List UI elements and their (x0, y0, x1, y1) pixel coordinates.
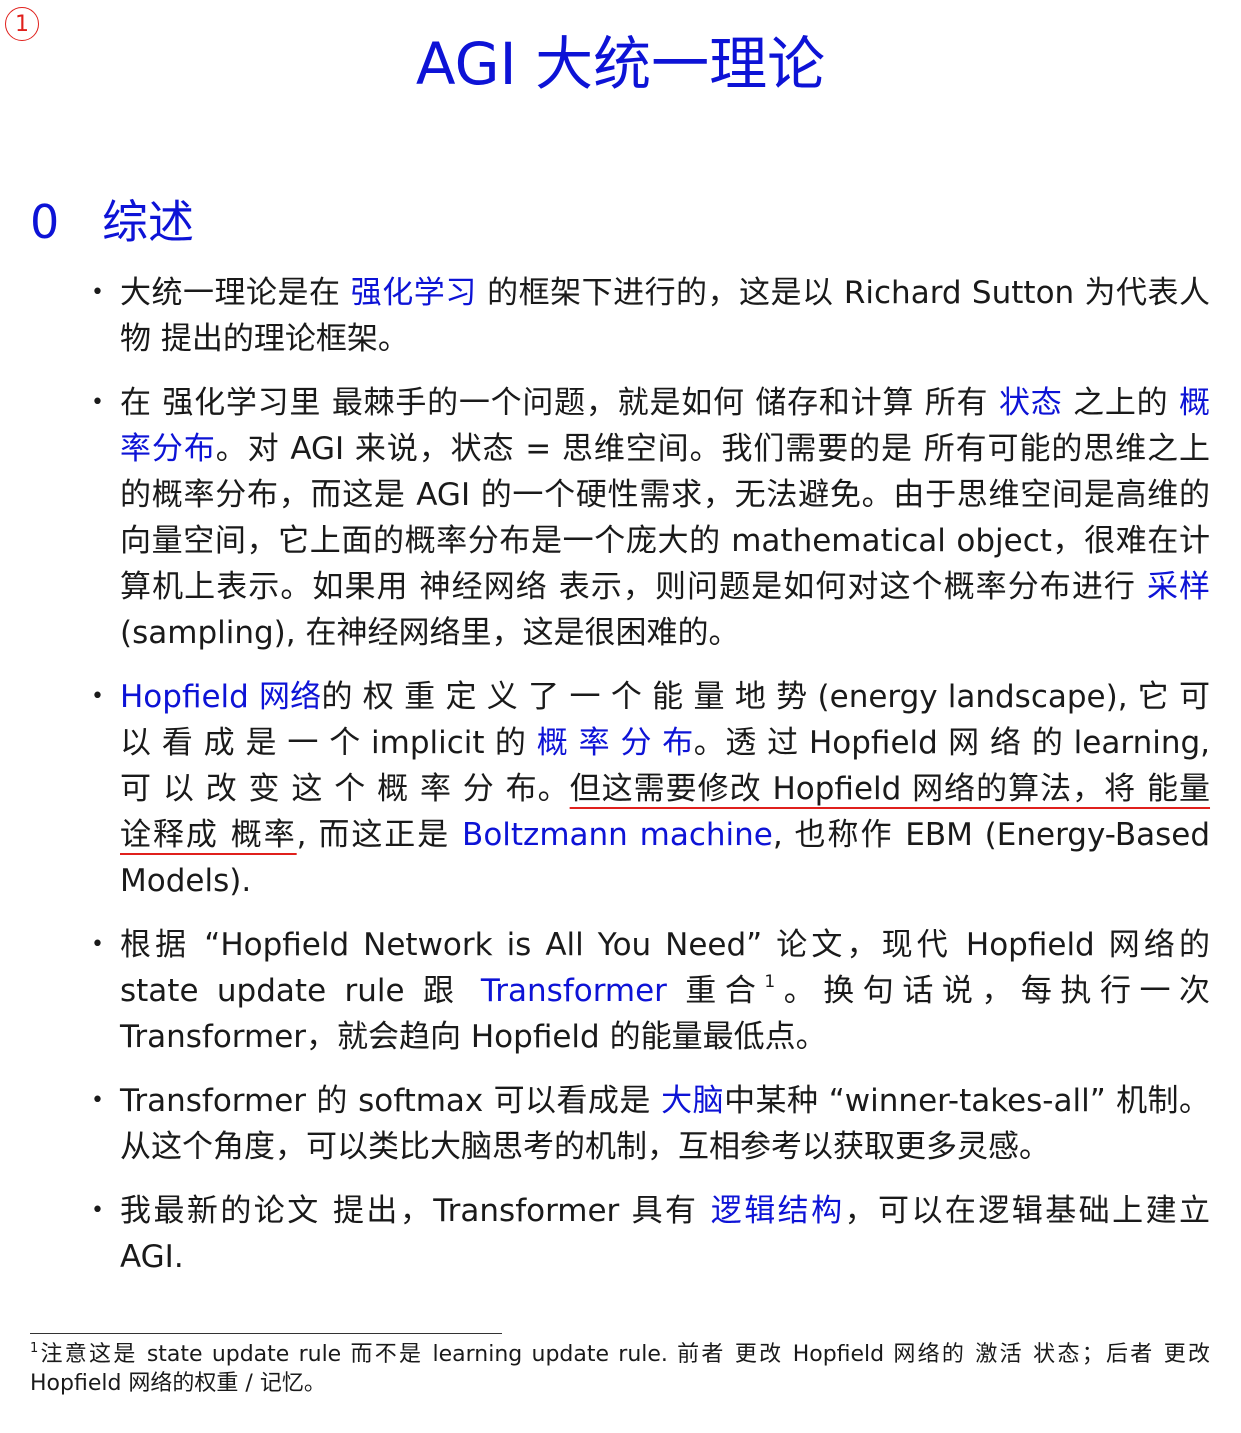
text-run: 我最新的论文 提出，Transformer 具有 (120, 1193, 711, 1229)
bullet-item: Hopfield 网络的 权 重 定 义 了 一 个 能 量 地 势 (ener… (91, 674, 1210, 904)
text-run: 。对 AGI 来说，状态 = 思维空间。我们需要的是 所有可能的思维之上的概率分… (120, 431, 1210, 605)
text-run: 大统一理论是在 (120, 275, 351, 311)
bullet-item: 我最新的论文 提出，Transformer 具有 逻辑结构，可以在逻辑基础上建立… (91, 1188, 1210, 1280)
highlight-term: Transformer (480, 973, 667, 1009)
footnote: 1注意这是 state update rule 而不是 learning upd… (30, 1340, 1210, 1398)
bullet-item: 根据 “Hopfield Network is All You Need” 论文… (91, 922, 1210, 1060)
footnote-ref[interactable]: 1 (764, 972, 775, 992)
highlight-term: Hopfield 网络 (120, 679, 322, 715)
bullet-item: 在 强化学习里 最棘手的一个问题，就是如何 储存和计算 所有 状态 之上的 概率… (91, 380, 1211, 656)
bullet-item: Transformer 的 softmax 可以看成是 大脑中某种 “winne… (91, 1078, 1210, 1170)
text-run: Transformer 的 softmax 可以看成是 (120, 1083, 662, 1119)
footnote-divider (30, 1333, 502, 1334)
highlight-term: 逻辑结构 (710, 1193, 845, 1229)
highlight-term: 大脑 (661, 1083, 725, 1119)
text-run: 重合 (666, 973, 765, 1009)
text-run: 在 强化学习里 最棘手的一个问题，就是如何 储存和计算 所有 (120, 385, 999, 421)
highlight-term: 采样 (1146, 569, 1211, 605)
bullet-list: 大统一理论是在 强化学习 的框架下进行的，这是以 Richard Sutton … (91, 270, 1211, 1298)
section-heading: 0 综述 (30, 190, 194, 254)
footnote-text: 注意这是 state update rule 而不是 learning upda… (30, 1342, 1210, 1396)
section-title: 综述 (102, 195, 194, 249)
text-run: (sampling), 在神经网络里，这是很困难的。 (120, 615, 740, 651)
highlight-term: 强化学习 (350, 275, 477, 311)
text-run: , 而这正是 (296, 817, 463, 853)
section-number: 0 (30, 195, 60, 249)
text-run: 之上的 (1062, 385, 1179, 421)
bullet-item: 大统一理论是在 强化学习 的框架下进行的，这是以 Richard Sutton … (91, 270, 1210, 362)
highlight-term: Boltzmann machine (462, 817, 773, 853)
highlight-term: 概 率 分 布 (536, 725, 694, 761)
document-title: AGI 大统一理论 (415, 30, 826, 98)
highlight-term: 状态 (998, 385, 1063, 421)
